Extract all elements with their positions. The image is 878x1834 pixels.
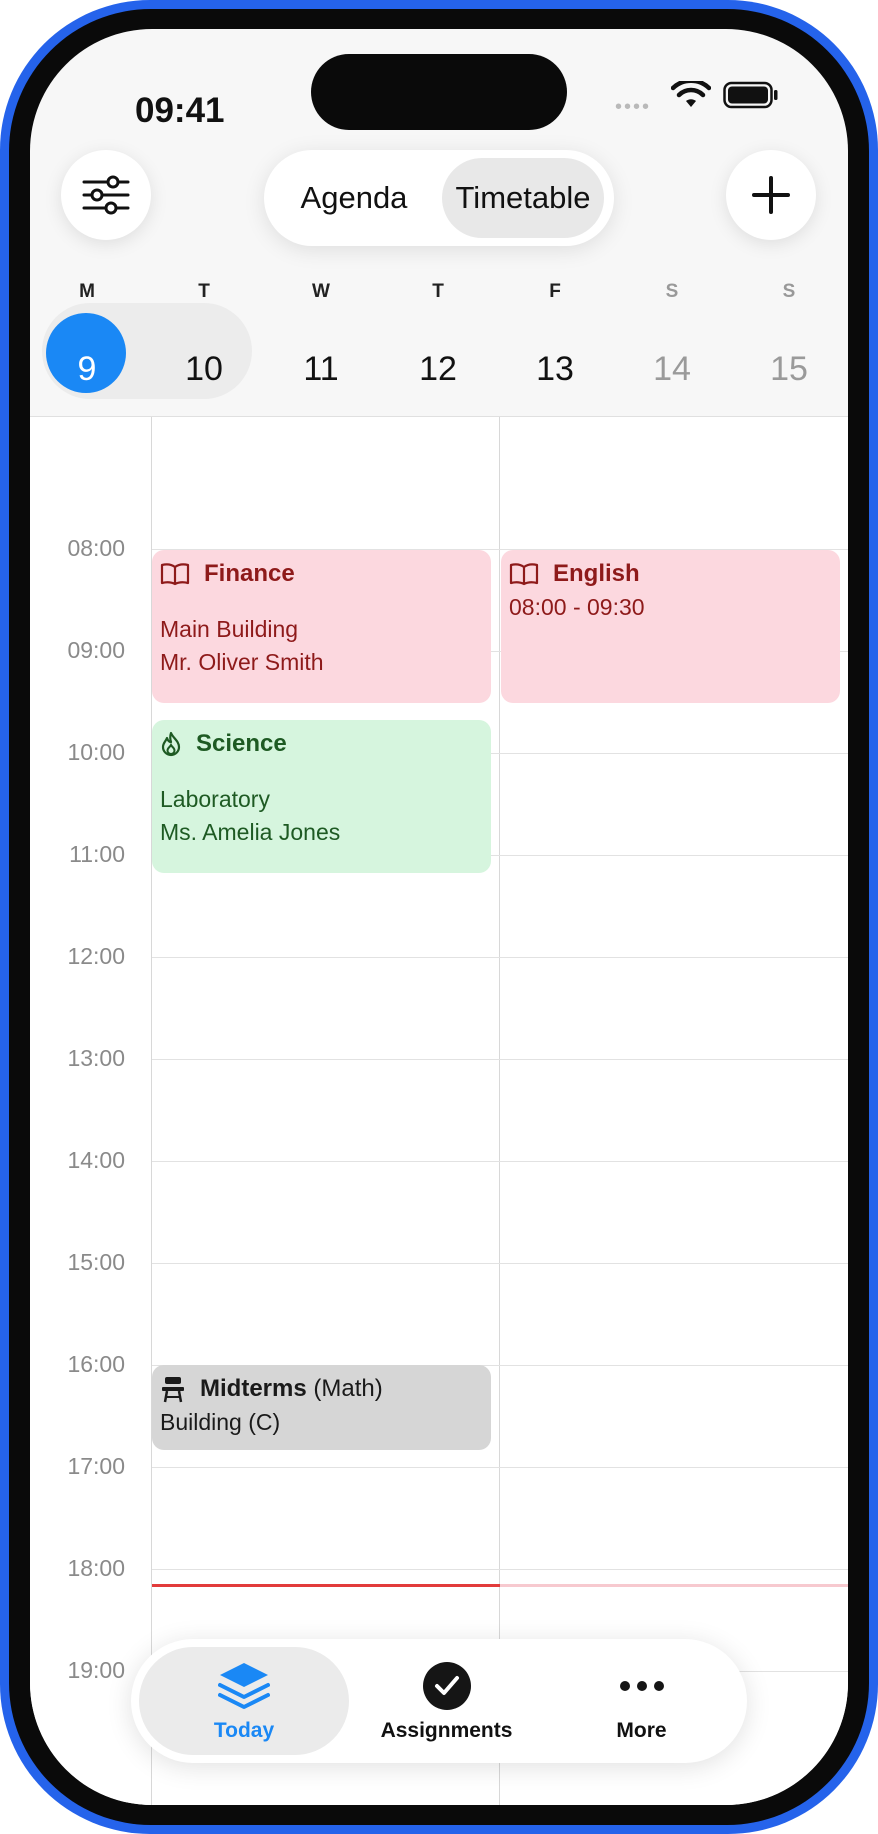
current-time-line bbox=[152, 1584, 500, 1587]
signal-icon: •••• bbox=[615, 96, 652, 118]
dynamic-island bbox=[311, 54, 567, 130]
event-location: Main Building bbox=[160, 616, 299, 642]
day-letter-sun: S bbox=[782, 281, 796, 302]
hour-label: 09:00 bbox=[67, 637, 125, 663]
hour-line bbox=[152, 1161, 848, 1162]
tab-assignments[interactable]: Assignments bbox=[349, 1647, 544, 1755]
hour-label: 17:00 bbox=[67, 1453, 125, 1479]
desk-icon bbox=[162, 1377, 184, 1403]
segment-agenda[interactable]: Agenda bbox=[274, 158, 434, 238]
event-teacher: Mr. Oliver Smith bbox=[160, 649, 324, 675]
tab-label: Today bbox=[213, 1719, 275, 1742]
day-10[interactable]: 10 bbox=[164, 329, 244, 409]
segment-timetable[interactable]: Timetable bbox=[442, 158, 604, 238]
hour-line bbox=[152, 1263, 848, 1264]
timetable-grid[interactable]: 08:00 09:00 10:00 11:00 12:00 13:00 14:0… bbox=[30, 416, 848, 1805]
book-icon bbox=[160, 563, 190, 586]
day-divider bbox=[499, 417, 500, 1805]
book-icon bbox=[509, 563, 539, 586]
event-finance[interactable]: Finance Main Building Mr. Oliver Smith bbox=[152, 550, 491, 703]
event-midterms[interactable]: Midterms (Math) Building (C) bbox=[152, 1365, 491, 1450]
day-letter-sat: S bbox=[665, 281, 679, 302]
day-letter-mon: M bbox=[79, 281, 95, 302]
hour-line bbox=[152, 1569, 848, 1570]
day-14[interactable]: 14 bbox=[632, 329, 712, 409]
event-title: Finance bbox=[204, 560, 295, 587]
hour-label: 15:00 bbox=[67, 1249, 125, 1275]
app-screen: 09:41 •••• Agenda Timetable M T W T F S … bbox=[30, 29, 848, 1805]
day-letter-fri: F bbox=[549, 281, 561, 302]
event-title: Midterms (Math) bbox=[200, 1375, 383, 1402]
tab-more[interactable]: More bbox=[544, 1647, 739, 1755]
ellipsis-icon bbox=[619, 1681, 664, 1691]
tab-today[interactable]: Today bbox=[139, 1647, 349, 1755]
hour-line bbox=[152, 1467, 848, 1468]
hour-label: 16:00 bbox=[67, 1351, 125, 1377]
flame-icon bbox=[161, 731, 181, 757]
day-letter-wed: W bbox=[312, 281, 330, 302]
hour-label: 12:00 bbox=[67, 943, 125, 969]
event-subject: (Math) bbox=[313, 1375, 383, 1402]
event-location: Building (C) bbox=[160, 1409, 281, 1435]
hour-label: 11:00 bbox=[69, 841, 125, 867]
hour-label: 14:00 bbox=[67, 1147, 125, 1173]
hour-label: 19:00 bbox=[67, 1657, 125, 1683]
sliders-icon bbox=[82, 175, 130, 215]
current-time-line-faint bbox=[500, 1584, 848, 1587]
hour-line bbox=[152, 957, 848, 958]
tab-bar: Today Assignments More bbox=[131, 1639, 747, 1763]
hour-label: 08:00 bbox=[67, 535, 125, 561]
event-title: Science bbox=[196, 730, 287, 757]
day-15[interactable]: 15 bbox=[749, 329, 829, 409]
tab-label: More bbox=[616, 1719, 667, 1742]
day-letter-tue: T bbox=[198, 281, 210, 302]
day-13[interactable]: 13 bbox=[515, 329, 595, 409]
plus-icon bbox=[752, 176, 790, 214]
battery-icon bbox=[723, 81, 778, 109]
tab-label: Assignments bbox=[380, 1719, 513, 1742]
day-9[interactable]: 9 bbox=[47, 329, 127, 409]
checkmark-circle-icon bbox=[422, 1662, 471, 1710]
add-button[interactable] bbox=[726, 150, 816, 240]
event-location: Laboratory bbox=[160, 786, 270, 812]
wifi-icon bbox=[671, 81, 711, 107]
event-english[interactable]: English 08:00 - 09:30 bbox=[501, 550, 840, 703]
event-time: 08:00 - 09:30 bbox=[509, 594, 645, 620]
hour-label: 13:00 bbox=[67, 1045, 125, 1071]
stack-icon bbox=[218, 1663, 270, 1709]
hour-label: 10:00 bbox=[67, 739, 125, 765]
day-11[interactable]: 11 bbox=[281, 329, 361, 409]
view-switcher: Agenda Timetable bbox=[264, 150, 614, 246]
event-teacher: Ms. Amelia Jones bbox=[160, 819, 341, 845]
day-12[interactable]: 12 bbox=[398, 329, 478, 409]
day-letter-thu: T bbox=[432, 281, 444, 302]
event-science[interactable]: Science Laboratory Ms. Amelia Jones bbox=[152, 720, 491, 873]
status-time: 09:41 bbox=[135, 91, 225, 130]
hour-line bbox=[152, 1059, 848, 1060]
hour-label: 18:00 bbox=[67, 1555, 125, 1581]
event-title: English bbox=[553, 560, 640, 587]
filter-button[interactable] bbox=[61, 150, 151, 240]
